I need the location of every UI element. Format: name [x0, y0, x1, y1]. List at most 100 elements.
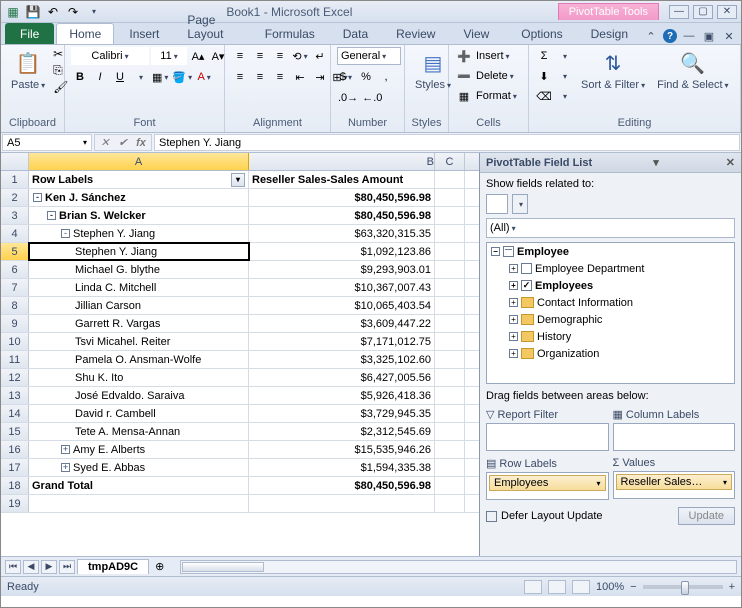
pivot-row-cell[interactable]: Garrett R. Vargas — [29, 315, 249, 332]
collapse-icon[interactable]: - — [61, 229, 70, 238]
values-area[interactable]: Reseller Sales…▾ — [613, 471, 736, 499]
name-box[interactable]: A5▾ — [2, 134, 92, 151]
enter-formula-icon[interactable]: ✔ — [115, 136, 131, 149]
autosum-icon[interactable]: Σ — [535, 47, 553, 65]
row-header[interactable]: 9 — [1, 315, 29, 332]
clear-icon[interactable]: ⌫ — [535, 87, 553, 105]
tab-formulas[interactable]: Formulas — [252, 23, 328, 44]
pivot-value-cell[interactable]: $5,926,418.36 — [249, 387, 435, 404]
checkbox-icon[interactable] — [521, 263, 532, 274]
pivot-value-cell[interactable]: $10,367,007.43 — [249, 279, 435, 296]
row-header[interactable]: 4 — [1, 225, 29, 242]
pivot-value-cell[interactable]: $3,609,447.22 — [249, 315, 435, 332]
grand-total-label[interactable]: Grand Total — [29, 477, 249, 494]
expand-icon[interactable]: + — [61, 463, 70, 472]
sheet-tab[interactable]: tmpAD9C — [77, 559, 149, 574]
pivot-row-cell[interactable]: Shu K. Ito — [29, 369, 249, 386]
tab-options[interactable]: Options — [508, 23, 575, 44]
grand-total-value[interactable]: $80,450,596.98 — [249, 477, 435, 494]
filter-dropdown-icon[interactable]: ▾ — [231, 173, 245, 187]
pivot-row-cell[interactable]: Jillian Carson — [29, 297, 249, 314]
font-name-combo[interactable]: Calibri — [71, 47, 149, 65]
column-labels-area[interactable] — [613, 423, 736, 451]
pivot-value-cell[interactable]: $3,729,945.35 — [249, 405, 435, 422]
tab-file[interactable]: File — [5, 23, 54, 44]
update-button[interactable]: Update — [678, 507, 735, 525]
values-pill[interactable]: Reseller Sales…▾ — [616, 474, 733, 490]
insert-cells-button[interactable]: Insert — [475, 47, 521, 65]
pivot-row-cell[interactable]: Tsvi Micahel. Reiter — [29, 333, 249, 350]
pivot-value-cell[interactable]: $80,450,596.98 — [249, 207, 435, 224]
undo-icon[interactable]: ↶ — [45, 4, 61, 20]
col-header-c[interactable]: C — [435, 153, 465, 170]
save-icon[interactable]: 💾 — [25, 4, 41, 20]
decrease-indent-icon[interactable]: ⇤ — [291, 68, 309, 86]
delete-cells-icon[interactable]: ➖ — [455, 67, 473, 85]
increase-indent-icon[interactable]: ⇥ — [311, 68, 329, 86]
spreadsheet-grid[interactable]: A B C 1 Row Labels ▾ Reseller Sales-Sale… — [1, 153, 479, 556]
format-cells-icon[interactable]: ▦ — [455, 87, 473, 105]
help-icon[interactable]: ? — [663, 29, 677, 43]
collapse-icon[interactable]: - — [33, 193, 42, 202]
new-sheet-icon[interactable]: ⊕ — [151, 560, 168, 573]
row-header[interactable]: 2 — [1, 189, 29, 206]
zoom-level[interactable]: 100% — [596, 581, 624, 593]
align-bottom-icon[interactable]: ≡ — [271, 47, 289, 65]
pivot-values-header[interactable]: Reseller Sales-Sales Amount — [249, 171, 435, 188]
percent-format-icon[interactable]: % — [357, 68, 375, 86]
row-header[interactable]: 8 — [1, 297, 29, 314]
row-header[interactable]: 10 — [1, 333, 29, 350]
col-header-b[interactable]: B — [249, 153, 435, 170]
report-filter-area[interactable] — [486, 423, 609, 451]
delete-cells-button[interactable]: Delete — [475, 67, 521, 85]
field-list-close-icon[interactable]: ✕ — [726, 156, 735, 169]
window-min-icon[interactable]: — — [681, 28, 697, 44]
row-header[interactable]: 18 — [1, 477, 29, 494]
tab-design[interactable]: Design — [578, 23, 641, 44]
tree-expand-icon[interactable]: + — [509, 281, 518, 290]
pivot-value-cell[interactable]: $9,293,903.01 — [249, 261, 435, 278]
row-labels-area[interactable]: Employees▾ — [486, 472, 609, 500]
tree-expand-icon[interactable]: + — [509, 349, 518, 358]
sheet-nav-next-icon[interactable]: ▶ — [41, 560, 57, 574]
expand-icon[interactable]: + — [61, 445, 70, 454]
row-header[interactable]: 17 — [1, 459, 29, 476]
comma-format-icon[interactable]: , — [377, 68, 395, 86]
pivot-row-cell[interactable]: Michael G. blythe — [29, 261, 249, 278]
pivot-value-cell[interactable]: $2,312,545.69 — [249, 423, 435, 440]
row-header[interactable]: 14 — [1, 405, 29, 422]
zoom-in-icon[interactable]: + — [729, 581, 735, 593]
field-list-dropdown-icon[interactable]: ▾ — [653, 156, 659, 169]
pivot-row-cell[interactable]: Pamela O. Ansman-Wolfe — [29, 351, 249, 368]
collapse-icon[interactable]: - — [47, 211, 56, 220]
row-labels-pill[interactable]: Employees▾ — [489, 475, 606, 491]
pivot-value-cell[interactable]: $63,320,315.35 — [249, 225, 435, 242]
row-header[interactable]: 11 — [1, 351, 29, 368]
border-button[interactable]: ▦ — [151, 68, 169, 86]
select-all-corner[interactable] — [1, 153, 29, 170]
font-color-button[interactable]: A — [195, 68, 213, 86]
pivot-value-cell[interactable]: $1,092,123.86 — [249, 243, 435, 260]
pivot-value-cell[interactable]: $3,325,102.60 — [249, 351, 435, 368]
field-tree[interactable]: −Employee +Employee Department +✓Employe… — [486, 242, 735, 384]
fx-icon[interactable]: fx — [133, 137, 149, 149]
find-select-button[interactable]: 🔍 Find & Select — [653, 47, 732, 93]
paste-button[interactable]: 📋 Paste — [7, 47, 49, 93]
row-header[interactable]: 5 — [1, 243, 29, 260]
window-close-icon[interactable]: ✕ — [721, 28, 737, 44]
increase-decimal-icon[interactable]: .0→ — [337, 89, 359, 107]
sort-filter-button[interactable]: ⇅ Sort & Filter — [577, 47, 649, 93]
redo-icon[interactable]: ↷ — [65, 4, 81, 20]
zoom-out-icon[interactable]: − — [630, 581, 636, 593]
qat-customize-icon[interactable] — [85, 4, 101, 20]
sheet-nav-first-icon[interactable]: ⏮ — [5, 560, 21, 574]
horizontal-scrollbar[interactable] — [180, 560, 737, 574]
pivot-row-cell[interactable]: Stephen Y. Jiang — [29, 243, 249, 260]
maximize-button[interactable]: ▢ — [693, 5, 713, 19]
tree-expand-icon[interactable]: + — [509, 332, 518, 341]
pivot-value-cell[interactable]: $6,427,005.56 — [249, 369, 435, 386]
align-top-icon[interactable]: ≡ — [231, 47, 249, 65]
checkbox-checked-icon[interactable]: ✓ — [521, 280, 532, 291]
pivot-value-cell[interactable]: $80,450,596.98 — [249, 189, 435, 206]
underline-button[interactable]: U — [111, 68, 129, 86]
